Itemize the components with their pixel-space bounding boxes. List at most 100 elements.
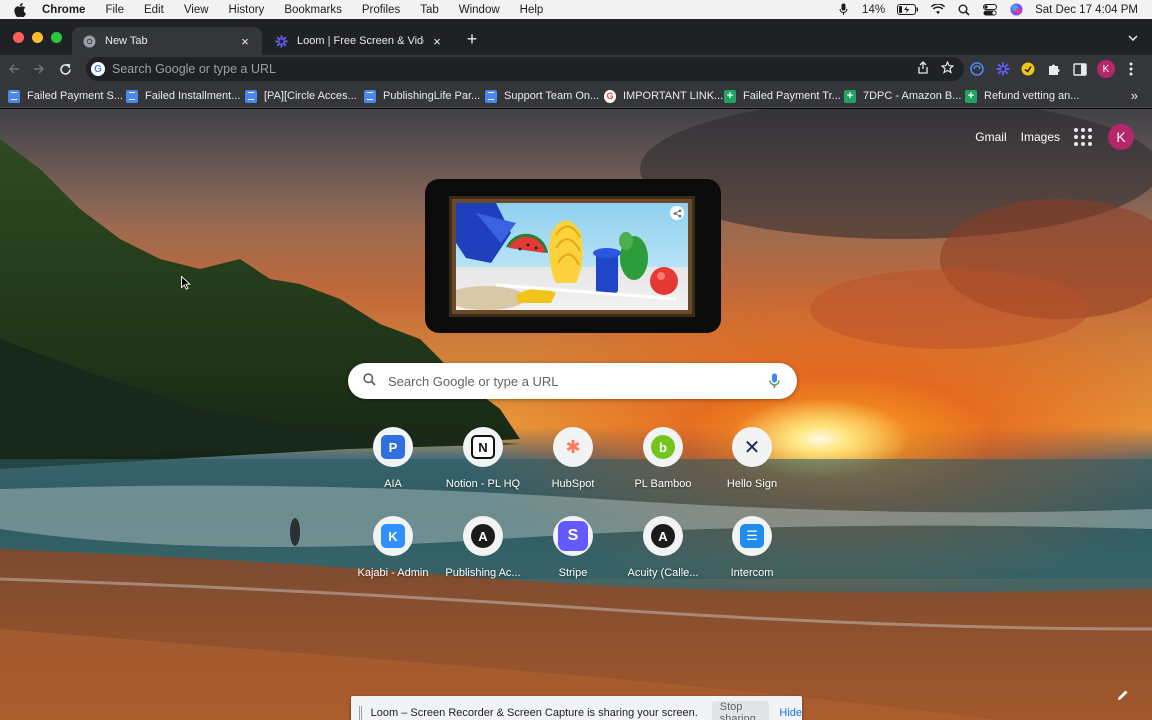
stop-sharing-button[interactable]: Stop sharing	[711, 701, 770, 720]
shortcut-icon-circle: ☰	[732, 516, 772, 556]
google-apps-icon[interactable]	[1074, 128, 1092, 146]
shortcut-icon-circle: P	[373, 427, 413, 467]
shortcut-label: PL Bamboo	[634, 478, 692, 490]
more-bookmarks-chevron-icon[interactable]: »	[1131, 88, 1138, 103]
bookmarks-bar: Failed Payment S... Failed Installment..…	[0, 83, 1152, 108]
shortcut-icon-circle: ✱	[553, 427, 593, 467]
menu-history[interactable]: History	[229, 4, 265, 16]
shortcut-icon-circle: A	[643, 516, 683, 556]
shortcut-tile[interactable]: K Kajabi - Admin	[348, 516, 438, 594]
mouse-cursor-icon	[181, 276, 191, 290]
bookmark-item[interactable]: G IMPORTANT LINK...	[604, 88, 723, 104]
shortcut-label: Acuity (Calle...	[627, 567, 699, 579]
bookmark-item[interactable]: Refund vetting an...	[965, 88, 1079, 104]
shortcut-tile[interactable]: N Notion - PL HQ	[438, 427, 528, 505]
bookmark-item[interactable]: PublishingLife Par...	[364, 88, 480, 104]
google-doodle[interactable]	[425, 179, 721, 333]
bookmark-item[interactable]: Support Team On...	[485, 88, 599, 104]
tab-new-tab[interactable]: New Tab ×	[72, 27, 262, 55]
bookmark-item[interactable]: Failed Payment S...	[8, 88, 123, 104]
customize-pencil-icon[interactable]	[1116, 688, 1130, 702]
reload-button[interactable]	[57, 61, 73, 77]
loom-extension-icon[interactable]	[994, 60, 1012, 78]
spotlight-search-icon[interactable]	[957, 3, 971, 17]
close-tab-icon[interactable]: ×	[238, 34, 252, 49]
bookmark-item[interactable]: Failed Installment...	[126, 88, 240, 104]
browser-toolbar: G Search Google or type a URL K	[0, 55, 1152, 83]
macos-menu-bar: Chrome File Edit View History Bookmarks …	[0, 0, 1152, 19]
tab-strip: New Tab × Loom | Free Screen & Video Re …	[0, 19, 1152, 55]
close-window-button[interactable]	[13, 32, 24, 43]
shortcut-tile[interactable]: A Acuity (Calle...	[618, 516, 708, 594]
bookmark-item[interactable]: [PA][Circle Acces...	[245, 88, 357, 104]
minimize-window-button[interactable]	[32, 32, 43, 43]
google-icon: G	[91, 62, 105, 76]
shortcut-label: Intercom	[730, 567, 774, 579]
tab-search-chevron-icon[interactable]	[1126, 31, 1140, 45]
battery-icon[interactable]	[897, 3, 919, 17]
menu-tab[interactable]: Tab	[420, 4, 439, 16]
ntp-search-box[interactable]: Search Google or type a URL	[348, 363, 797, 399]
shortcut-label: Kajabi - Admin	[357, 567, 429, 579]
menu-file[interactable]: File	[105, 4, 124, 16]
voice-search-icon[interactable]	[767, 373, 781, 389]
bookmark-label: [PA][Circle Acces...	[264, 90, 357, 102]
bookmark-label: Failed Payment S...	[27, 90, 123, 102]
zoom-window-button[interactable]	[51, 32, 62, 43]
menu-app-name[interactable]: Chrome	[42, 4, 85, 16]
gmail-link[interactable]: Gmail	[975, 130, 1006, 144]
bookmark-item[interactable]: 7DPC - Amazon B...	[844, 88, 961, 104]
microphone-icon[interactable]	[836, 3, 850, 17]
bookmark-item[interactable]: Failed Payment Tr...	[724, 88, 841, 104]
menu-profiles[interactable]: Profiles	[362, 4, 400, 16]
new-tab-button[interactable]: +	[462, 29, 482, 49]
wifi-icon[interactable]	[931, 3, 946, 17]
chrome-menu-icon[interactable]	[1122, 60, 1140, 78]
side-panel-icon[interactable]	[1071, 60, 1089, 78]
menu-bookmarks[interactable]: Bookmarks	[284, 4, 342, 16]
extensions-puzzle-icon[interactable]	[1045, 60, 1063, 78]
close-tab-icon[interactable]: ×	[430, 34, 444, 49]
images-link[interactable]: Images	[1021, 130, 1060, 144]
menu-edit[interactable]: Edit	[144, 4, 164, 16]
shortcut-tile[interactable]: ☰ Intercom	[707, 516, 797, 594]
shortcut-icon-circle: ✕	[732, 427, 772, 467]
drag-handle[interactable]	[359, 705, 362, 720]
account-avatar[interactable]: K	[1108, 124, 1134, 150]
apple-icon[interactable]	[14, 2, 28, 17]
clock[interactable]: Sat Dec 17 4:04 PM	[1035, 4, 1138, 16]
extension-circle-icon[interactable]	[968, 60, 986, 78]
address-bar[interactable]: G Search Google or type a URL	[86, 57, 964, 81]
siri-icon[interactable]	[1009, 3, 1023, 17]
shortcut-tile[interactable]: b PL Bamboo	[618, 427, 708, 505]
shortcut-label: Notion - PL HQ	[445, 478, 521, 490]
google-sheets-icon	[724, 89, 736, 103]
shortcut-tile[interactable]: ✱ HubSpot	[528, 427, 618, 505]
doodle-image	[456, 203, 688, 310]
menu-window[interactable]: Window	[459, 4, 500, 16]
shortcut-tile[interactable]: P AIA	[348, 427, 438, 505]
doodle-share-icon[interactable]	[670, 206, 684, 220]
hide-button[interactable]: Hide	[779, 707, 802, 719]
shortcut-tile[interactable]: A Publishing Ac...	[438, 516, 528, 594]
shortcut-icon-circle: N	[463, 427, 503, 467]
google-docs-icon	[485, 89, 497, 103]
doodle-frame	[449, 196, 695, 317]
shortcut-tile[interactable]: ✕ Hello Sign	[707, 427, 797, 505]
share-icon[interactable]	[917, 61, 929, 77]
grammar-extension-icon[interactable]	[1019, 60, 1037, 78]
back-button[interactable]	[6, 61, 22, 77]
tab-loom[interactable]: Loom | Free Screen & Video Re ×	[264, 27, 454, 55]
profile-avatar[interactable]: K	[1097, 60, 1115, 78]
shortcut-label: AIA	[384, 478, 402, 490]
menu-help[interactable]: Help	[520, 4, 544, 16]
menu-view[interactable]: View	[184, 4, 209, 16]
control-center-icon[interactable]	[983, 3, 998, 17]
bookmark-label: PublishingLife Par...	[383, 90, 481, 102]
bookmark-star-icon[interactable]	[940, 60, 955, 77]
shortcut-icon-circle: K	[373, 516, 413, 556]
forward-button[interactable]	[31, 61, 47, 77]
shortcut-icon-circle: S	[553, 516, 593, 556]
shortcut-tile[interactable]: S Stripe	[528, 516, 618, 594]
loom-icon	[274, 34, 288, 48]
